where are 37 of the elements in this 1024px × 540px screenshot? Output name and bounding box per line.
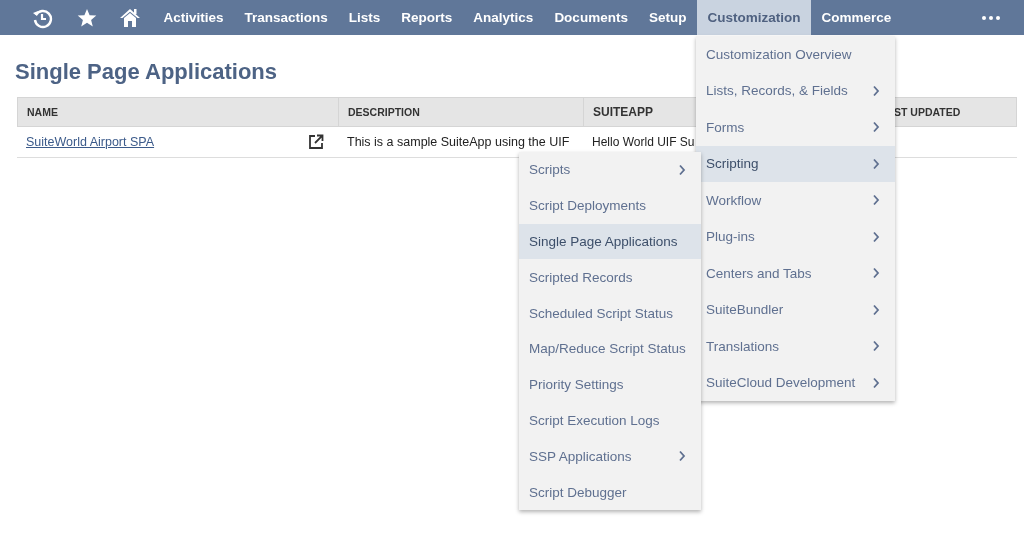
record-link[interactable]: SuiteWorld Airport SPA bbox=[26, 135, 155, 149]
menu-item[interactable]: Customization Overview bbox=[696, 36, 895, 73]
nav-tab[interactable]: Activities bbox=[153, 0, 235, 35]
nav-tab[interactable]: Documents bbox=[543, 0, 639, 35]
more-icon[interactable] bbox=[982, 15, 1000, 20]
chevron-right-icon bbox=[872, 267, 880, 280]
home-icon[interactable] bbox=[119, 6, 141, 29]
menu-item[interactable]: Single Page Applications bbox=[519, 223, 701, 260]
chevron-right-icon bbox=[872, 230, 880, 243]
chevron-right-icon bbox=[872, 303, 880, 316]
column-header: NAME bbox=[18, 98, 339, 126]
chevron-right-icon bbox=[872, 157, 880, 170]
chevron-right-icon bbox=[677, 163, 686, 176]
nav-tab[interactable]: Analytics bbox=[462, 0, 544, 35]
nav-tab[interactable]: Commerce bbox=[810, 0, 902, 35]
menu-item[interactable]: Script Debugger bbox=[519, 474, 701, 510]
star-icon[interactable] bbox=[77, 7, 97, 28]
nav-tab[interactable]: Reports bbox=[390, 0, 463, 35]
column-header: ST UPDATED bbox=[893, 105, 962, 120]
nav-tab[interactable]: Setup bbox=[638, 0, 697, 35]
external-link-icon[interactable] bbox=[308, 134, 324, 150]
column-header: DESCRIPTION bbox=[339, 98, 584, 126]
nav-tab[interactable]: Transactions bbox=[234, 0, 339, 35]
page-title: Single Page Applications bbox=[15, 59, 278, 85]
chevron-right-icon bbox=[872, 194, 880, 207]
menu-item[interactable]: Scripting bbox=[696, 145, 895, 182]
chevron-right-icon bbox=[872, 340, 880, 353]
chevron-right-icon bbox=[872, 121, 880, 134]
chevron-right-icon bbox=[677, 450, 686, 463]
table-cell: This is a sample SuiteApp using the UIF bbox=[347, 135, 570, 149]
menu-item[interactable]: Script Execution Logs bbox=[519, 402, 701, 439]
nav-tab[interactable]: Customization bbox=[696, 0, 811, 35]
chevron-right-icon bbox=[872, 376, 880, 389]
table-cell: Hello World UIF Su bbox=[592, 135, 695, 149]
nav-tab[interactable]: Lists bbox=[338, 0, 391, 35]
menu-item[interactable]: SSP Applications bbox=[519, 438, 701, 475]
chevron-right-icon bbox=[872, 84, 880, 97]
